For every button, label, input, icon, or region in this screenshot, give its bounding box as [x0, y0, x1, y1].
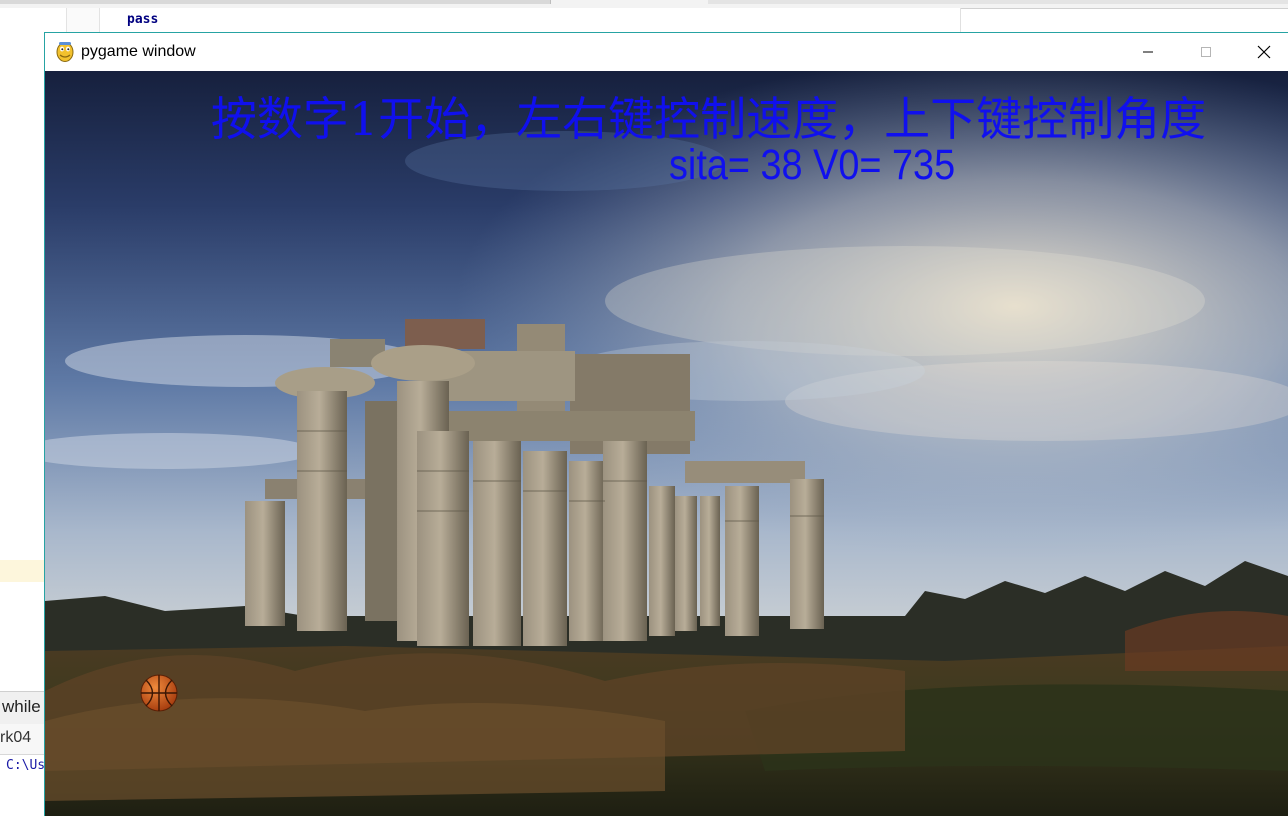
editor-current-line — [0, 560, 44, 582]
minimize-button[interactable] — [1119, 33, 1177, 71]
editor-tab[interactable] — [0, 0, 111, 4]
pygame-window[interactable]: pygame window 按数字1开始，左右键控制速度，上下键控制角度 sit… — [44, 32, 1288, 816]
minimize-icon — [1143, 51, 1153, 53]
background-landscape — [45, 71, 1288, 816]
editor-tab[interactable] — [247, 0, 385, 4]
close-icon — [1257, 45, 1271, 59]
window-titlebar[interactable]: pygame window — [45, 33, 1288, 71]
editor-gutter — [66, 8, 100, 32]
run-tab-label[interactable]: rk04 — [0, 729, 31, 747]
game-canvas[interactable]: 按数字1开始，左右键控制速度，上下键控制角度 sita= 38 V0= 735 — [45, 71, 1288, 816]
editor-tab[interactable] — [110, 0, 248, 4]
maximize-button[interactable] — [1177, 33, 1235, 71]
window-title: pygame window — [81, 43, 196, 60]
editor-breadcrumb-while[interactable]: while — [2, 697, 41, 717]
instruction-text: 按数字1开始，左右键控制速度，上下键控制角度 — [210, 92, 1207, 146]
code-keyword-pass: pass — [127, 12, 159, 27]
status-readout: sita= 38 V0= 735 — [669, 141, 956, 189]
basketball[interactable] — [139, 673, 179, 713]
editor-tab[interactable] — [384, 0, 551, 4]
editor-tab[interactable] — [708, 0, 1288, 4]
console-output: C:\Us — [6, 758, 46, 773]
maximize-icon — [1201, 47, 1211, 57]
close-button[interactable] — [1235, 33, 1288, 71]
pygame-snake-icon — [56, 42, 74, 62]
